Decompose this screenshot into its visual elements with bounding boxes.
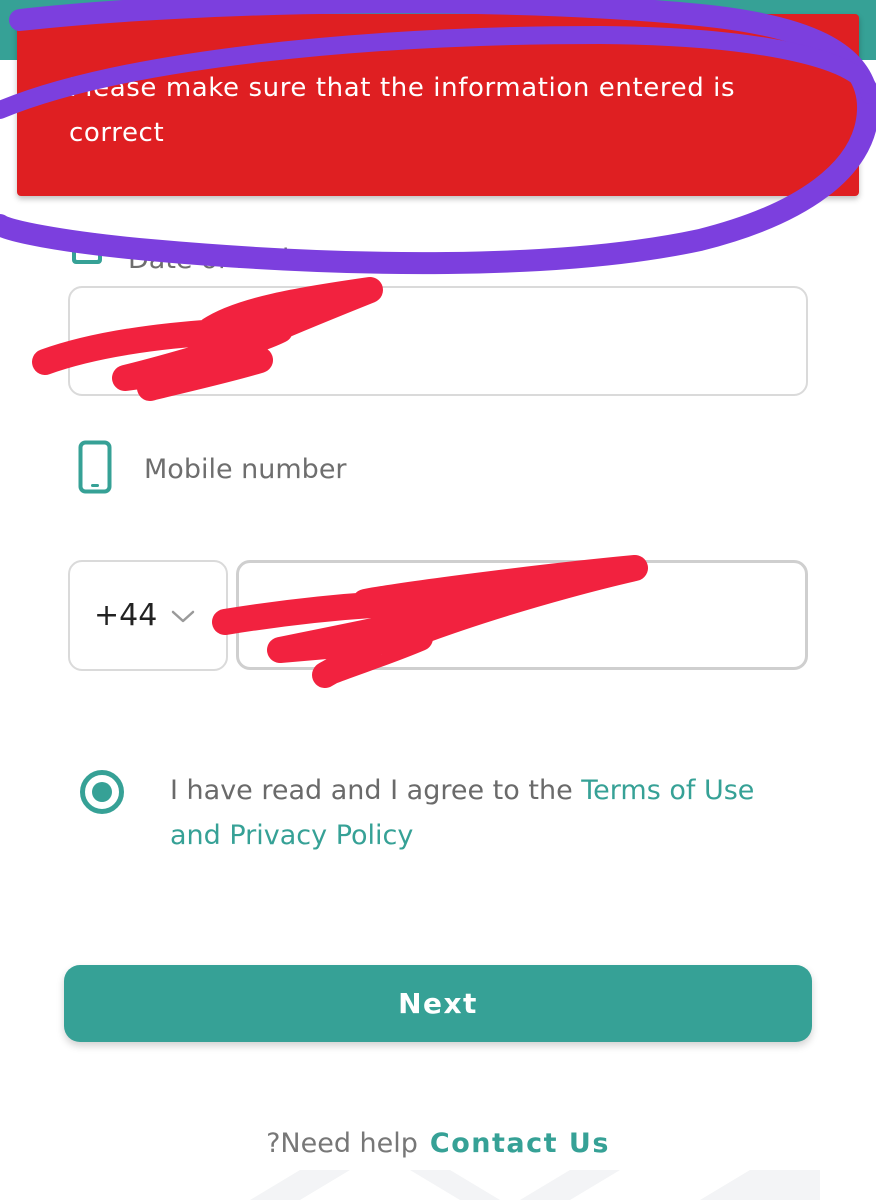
next-button[interactable]: Next (64, 965, 812, 1042)
date-of-birth-input[interactable] (68, 286, 808, 396)
mobile-number-input[interactable] (236, 560, 808, 670)
mobile-label: Mobile number (78, 440, 347, 494)
country-code-select[interactable]: +44 (68, 560, 228, 671)
mobile-label-text: Mobile number (144, 453, 347, 485)
calendar-icon (70, 232, 104, 266)
help-text: ?Need help (266, 1128, 418, 1159)
mobile-phone-icon (78, 440, 112, 494)
dob-label-text: Date of birth (128, 244, 300, 275)
terms-prefix: I have read and I agree to the (170, 775, 582, 806)
terms-agree-radio[interactable] (80, 770, 124, 814)
terms-text: I have read and I agree to the Terms of … (170, 768, 810, 858)
radio-selected-dot (92, 782, 112, 802)
background-pattern (250, 1170, 820, 1200)
dob-label: Date of birth (70, 222, 299, 275)
chevron-down-icon (171, 610, 195, 624)
error-banner: Please make sure that the information en… (17, 14, 859, 196)
error-message: Please make sure that the information en… (69, 73, 736, 148)
contact-us-link[interactable]: Contact Us (430, 1128, 610, 1159)
help-row: ?Need help Contact Us (0, 1128, 876, 1159)
country-code-value: +44 (94, 598, 158, 633)
